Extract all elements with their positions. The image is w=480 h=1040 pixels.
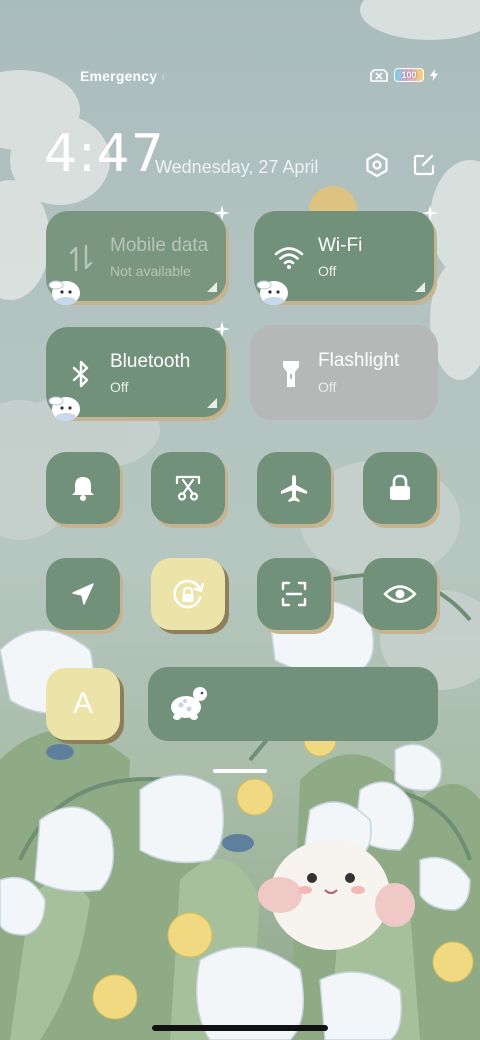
sound-toggle[interactable]	[46, 452, 120, 524]
wifi-label: Wi-Fi	[318, 235, 363, 256]
turtle-icon	[171, 687, 207, 720]
wifi-icon	[274, 243, 304, 273]
font-letter: A	[72, 687, 93, 720]
charging-bolt-icon	[430, 69, 438, 81]
carrier-label: Emergency calls only	[80, 68, 166, 84]
bluetooth-icon	[66, 359, 96, 389]
lock-screen-toggle[interactable]	[363, 452, 437, 524]
flashlight-label: Flashlight	[318, 350, 400, 371]
location-toggle[interactable]	[46, 558, 120, 630]
sparkle-icon	[214, 205, 230, 221]
battery-level: 100	[401, 70, 417, 80]
settings-button[interactable]	[362, 150, 392, 180]
rotation-lock-toggle[interactable]	[151, 558, 225, 630]
bunny-sticker-icon	[48, 280, 80, 305]
expand-corner-icon	[207, 282, 217, 292]
mobile-data-status: Not available	[110, 263, 191, 279]
bell-icon	[72, 477, 94, 501]
rotation-lock-icon	[173, 579, 204, 609]
battery-icon: 100	[394, 68, 424, 82]
sparkle-icon	[422, 205, 438, 221]
home-indicator[interactable]	[152, 1025, 328, 1031]
drag-handle[interactable]	[213, 769, 267, 773]
bluetooth-label: Bluetooth	[110, 351, 191, 372]
scan-icon	[281, 581, 307, 607]
edit-icon	[413, 154, 435, 176]
settings-hexagon-icon	[366, 152, 388, 178]
scanner-toggle[interactable]	[257, 558, 331, 630]
bluetooth-tile[interactable]: Bluetooth Off	[46, 321, 230, 421]
bunny-sticker-icon	[256, 280, 288, 305]
flashlight-status: Off	[318, 379, 337, 395]
brightness-slider[interactable]	[148, 667, 438, 741]
sim-off-icon	[370, 68, 388, 82]
airplane-icon	[281, 475, 307, 502]
wifi-status: Off	[318, 263, 337, 279]
clock: 4:47	[44, 124, 165, 184]
edit-button[interactable]	[409, 150, 439, 180]
bluetooth-status: Off	[110, 379, 129, 395]
wifi-tile[interactable]: Wi-Fi Off	[254, 205, 438, 305]
scissors-icon	[175, 475, 201, 501]
flashlight-tile[interactable]: Flashlight Off	[250, 325, 438, 420]
airplane-mode-toggle[interactable]	[257, 452, 331, 524]
eye-icon	[383, 585, 417, 603]
date: Wednesday, 27 April	[155, 157, 319, 177]
reading-mode-toggle[interactable]	[363, 558, 437, 630]
screenshot-toggle[interactable]	[151, 452, 225, 524]
font-size-toggle[interactable]: A	[46, 668, 120, 740]
mobile-data-label: Mobile data	[110, 235, 209, 256]
status-icons: 100	[370, 68, 438, 82]
lock-icon	[390, 474, 410, 500]
flashlight-icon	[276, 359, 306, 389]
location-arrow-icon	[72, 583, 94, 605]
sparkle-icon	[214, 321, 230, 337]
bunny-sticker-icon	[48, 396, 80, 421]
mobile-data-arrows-icon	[66, 243, 96, 273]
expand-corner-icon	[207, 398, 217, 408]
expand-corner-icon	[415, 282, 425, 292]
mobile-data-tile[interactable]: Mobile data Not available	[46, 205, 230, 305]
